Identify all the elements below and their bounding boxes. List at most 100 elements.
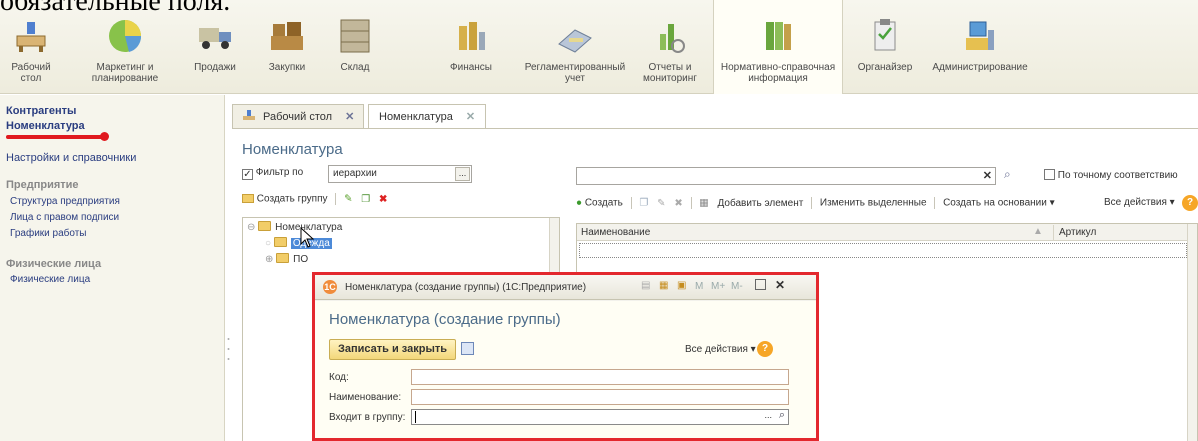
nav-item-schedules[interactable]: Графики работы: [10, 228, 87, 239]
select-button[interactable]: ...: [764, 410, 772, 420]
help-icon[interactable]: ?: [757, 341, 773, 357]
section-warehouse[interactable]: Склад: [330, 0, 380, 94]
exact-match-checkbox[interactable]: [1044, 169, 1055, 180]
tree-node-label: ПО: [293, 254, 309, 265]
create-group-button[interactable]: Создать группу: [257, 194, 328, 205]
filter-row: ✓ Фильтр по: [242, 167, 303, 180]
tab-desktop[interactable]: Рабочий стол ✕: [232, 104, 364, 128]
section-organizer[interactable]: Органайзер: [855, 0, 915, 94]
dialog-all-actions-button[interactable]: Все действия ▾: [685, 344, 756, 355]
section-finance[interactable]: Финансы: [446, 0, 496, 94]
nav-item-structure[interactable]: Структура предприятия: [10, 196, 120, 207]
close-icon[interactable]: ✕: [775, 278, 785, 292]
desk-icon: [243, 110, 255, 120]
exact-match-label: По точному соответствию: [1057, 170, 1178, 181]
dialog-titlebar: 1C Номенклатура (создание группы) (1С:Пр…: [315, 275, 816, 300]
save-icon[interactable]: [461, 342, 474, 355]
section-accounting[interactable]: Регламентированный учет: [520, 0, 630, 94]
section-reference[interactable]: Нормативно-справочная информация: [713, 0, 843, 94]
sort-icon: ▲: [1033, 226, 1043, 237]
list-toolbar: ● Создать ❐ ✎ ✖ ▦ Добавить элемент Измен…: [576, 197, 1055, 209]
parent-group-field[interactable]: ... ⌕: [411, 409, 789, 425]
tree-node-root[interactable]: ⊖ Номенклатура: [247, 221, 342, 236]
code-label: Код:: [329, 372, 349, 383]
left-navigation: Контрагенты Номенклатура Настройки и спр…: [0, 95, 225, 441]
warehouse-icon: [340, 19, 370, 53]
section-label: Рабочий стол: [11, 62, 51, 84]
nav-item-counterparties[interactable]: Контрагенты: [6, 105, 76, 117]
column-header-name[interactable]: Наименование: [581, 227, 650, 238]
copy-icon[interactable]: ❐: [361, 194, 370, 205]
filter-checkbox[interactable]: ✓: [242, 169, 253, 180]
pie-chart-icon: [109, 20, 142, 52]
tree-toolbar: Создать группу ✎ ❐ ✖: [242, 193, 387, 205]
text-cursor: [415, 411, 416, 423]
section-administration[interactable]: Администрирование: [925, 0, 1035, 94]
section-purchases[interactable]: Закупки: [262, 0, 312, 94]
nav-item-settings[interactable]: Настройки и справочники: [6, 152, 136, 164]
nav-item-signatories[interactable]: Лица с правом подписи: [10, 212, 119, 223]
section-label: Закупки: [268, 62, 306, 73]
memory-button[interactable]: M: [695, 281, 703, 292]
close-icon[interactable]: ✕: [466, 111, 475, 123]
clear-search-icon[interactable]: ✕: [983, 169, 992, 182]
name-field[interactable]: [411, 389, 789, 405]
section-reports[interactable]: Отчеты и мониторинг: [640, 0, 700, 94]
splitter-handle[interactable]: [227, 336, 230, 366]
delete-icon[interactable]: ✖: [674, 198, 682, 209]
folder-icon: [273, 237, 287, 247]
section-label: Органайзер: [857, 62, 913, 73]
search-input[interactable]: ✕: [576, 167, 996, 185]
exact-match-option[interactable]: По точному соответствию: [1044, 169, 1178, 181]
report-icon: [660, 24, 685, 53]
computer-icon: [966, 21, 994, 50]
tree-node-clothes[interactable]: ○ Одежда: [265, 237, 332, 252]
reference-books-icon: [766, 22, 791, 50]
nav-item-persons[interactable]: Физические лица: [10, 274, 90, 285]
close-icon[interactable]: ✕: [345, 111, 354, 123]
structure-icon[interactable]: ▦: [699, 198, 708, 209]
create-based-on-button[interactable]: Создать на основании ▾: [943, 198, 1055, 209]
filter-input[interactable]: иерархии ...: [328, 165, 472, 183]
tab-label: Номенклатура: [379, 111, 453, 123]
create-button[interactable]: Создать: [585, 198, 623, 209]
table-row[interactable]: [579, 243, 1187, 258]
plus-icon: ●: [576, 197, 583, 209]
calendar-icon[interactable]: ▣: [677, 280, 686, 291]
mouse-cursor-icon: [300, 227, 315, 248]
table-header: Наименование ▲ Артикул: [577, 224, 1197, 241]
calculator-icon[interactable]: ▦: [659, 280, 668, 291]
code-field[interactable]: [411, 369, 789, 385]
section-label: Продажи: [194, 62, 236, 73]
add-element-button[interactable]: Добавить элемент: [718, 198, 804, 209]
select-button[interactable]: ...: [455, 167, 470, 181]
edit-selected-button[interactable]: Изменить выделенные: [820, 198, 927, 209]
desk-icon: [16, 22, 46, 52]
delete-icon[interactable]: ✖: [379, 194, 387, 205]
accounting-icon: [558, 29, 592, 53]
edit-icon[interactable]: ✎: [657, 198, 665, 209]
search-icon[interactable]: ⌕: [779, 409, 785, 422]
nav-item-nomenclature[interactable]: Номенклатура: [6, 120, 85, 132]
all-actions-button[interactable]: Все действия ▾: [1104, 197, 1175, 208]
section-label: Регламентированный учет: [524, 62, 626, 84]
copy-icon[interactable]: ❐: [639, 198, 648, 209]
memory-plus-button[interactable]: M+: [711, 281, 725, 292]
column-header-article[interactable]: Артикул: [1059, 227, 1096, 238]
table-scrollbar[interactable]: [1187, 224, 1197, 441]
section-label: Финансы: [450, 62, 492, 73]
dialog-form-title: Номенклатура (создание группы): [329, 311, 561, 328]
highlight-dot: [100, 132, 109, 141]
tree-node-software[interactable]: ⊕ ПО: [265, 253, 308, 268]
section-label: Администрирование: [932, 62, 1028, 73]
help-icon[interactable]: ?: [1182, 195, 1198, 211]
nav-group-enterprise: Предприятие: [6, 179, 79, 191]
tab-nomenclature[interactable]: Номенклатура ✕: [368, 104, 486, 128]
save-and-close-button[interactable]: Записать и закрыть: [329, 339, 457, 360]
maximize-icon[interactable]: [755, 279, 766, 290]
search-icon[interactable]: ⌕: [1004, 167, 1011, 182]
page-title: Номенклатура: [242, 141, 343, 158]
settings-icon[interactable]: ▤: [641, 280, 650, 291]
memory-minus-button[interactable]: M-: [731, 281, 743, 292]
edit-icon[interactable]: ✎: [344, 194, 352, 205]
